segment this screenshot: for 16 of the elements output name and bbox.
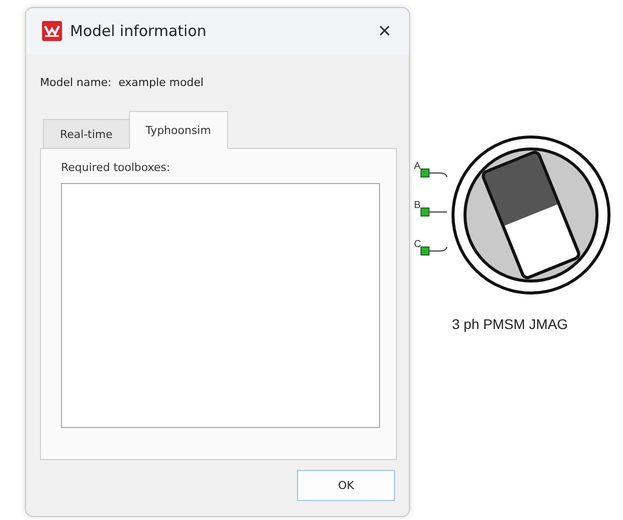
close-button[interactable]: × (372, 18, 397, 44)
port-terminal-icon[interactable] (420, 246, 448, 258)
app-logo-icon (42, 21, 62, 41)
port-label: B (414, 200, 421, 211)
ok-button[interactable]: OK (297, 470, 395, 501)
port-terminal-icon[interactable] (420, 168, 448, 180)
model-name-value: example model (118, 76, 204, 89)
port-label: A (414, 161, 421, 172)
tab[interactable]: Typhoonsim (128, 111, 228, 149)
list-label: Required toolboxes: (61, 161, 172, 174)
port-terminal-icon[interactable] (420, 207, 448, 219)
component-label: 3 ph PMSM JMAG (452, 316, 568, 332)
port-label: C (414, 239, 422, 250)
tab[interactable]: Real-time (43, 119, 130, 149)
model-name-label: Model name: (40, 76, 112, 89)
window-title: Model information (70, 22, 208, 40)
